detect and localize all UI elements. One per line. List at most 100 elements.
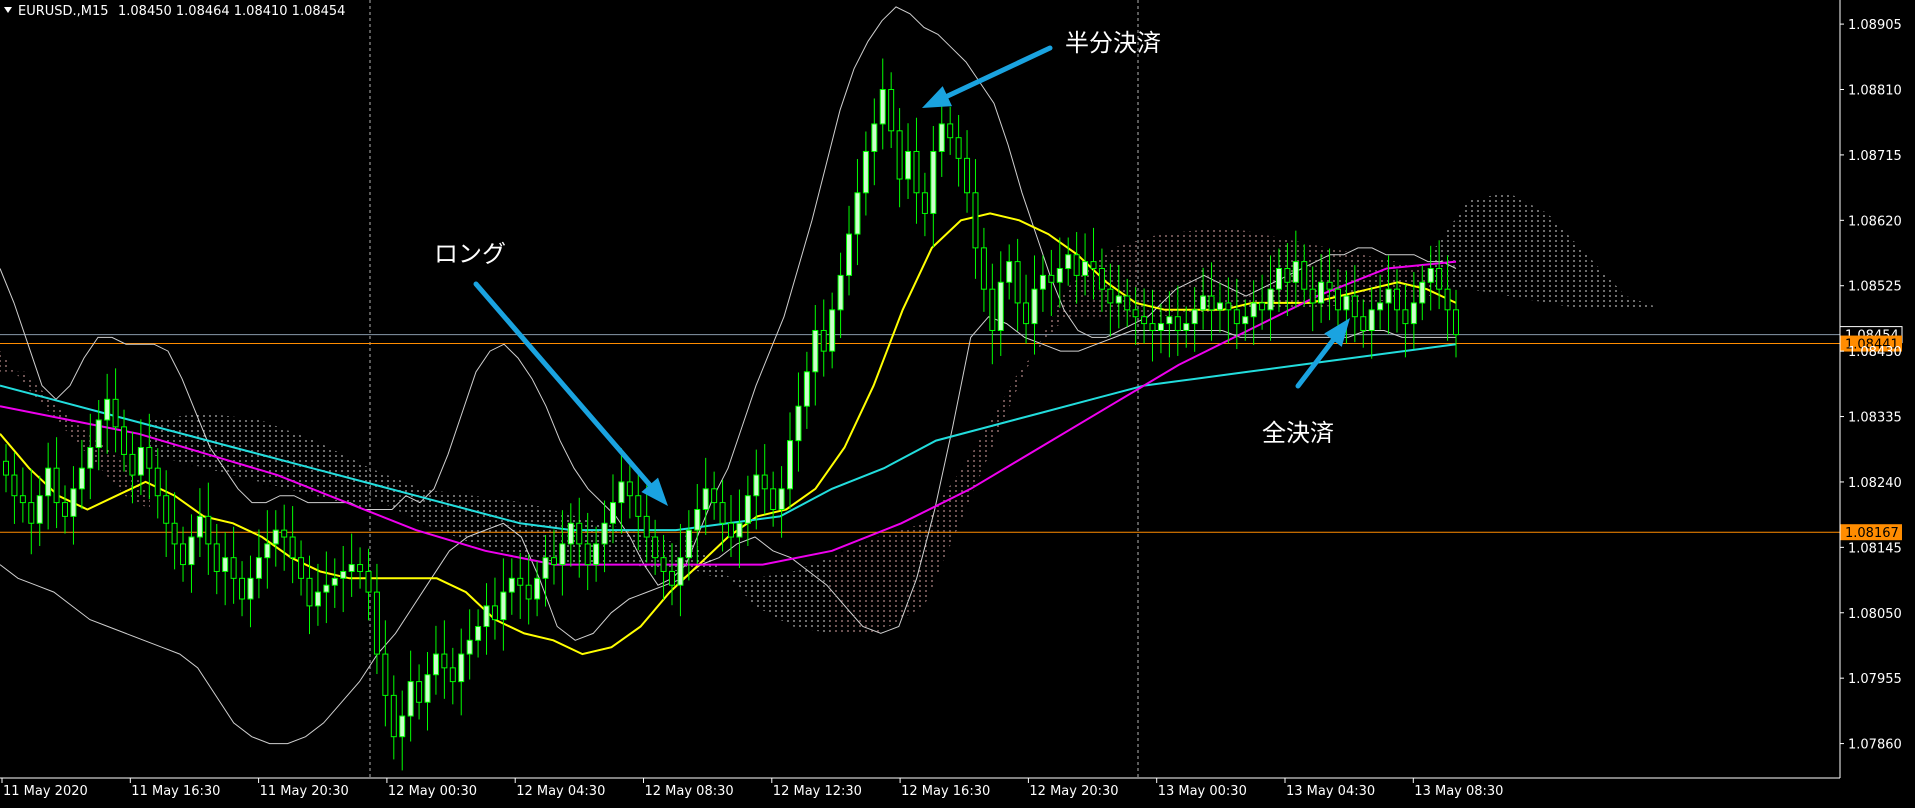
x-tick-label: 11 May 2020 [3, 784, 88, 799]
candle-body [542, 557, 549, 579]
candle-body [62, 502, 69, 517]
y-tick-label: 1.08240 [1848, 476, 1902, 491]
candle-body [416, 681, 423, 703]
candle-body [1225, 302, 1232, 311]
candle-body [812, 329, 819, 373]
candle-body [222, 557, 229, 572]
candle-body [1292, 261, 1299, 283]
y-tick-label: 1.07955 [1848, 672, 1902, 687]
y-tick-label: 1.08525 [1848, 280, 1902, 295]
candle-body [247, 577, 254, 600]
candle-body [1065, 254, 1072, 270]
candle-body [803, 371, 810, 407]
candle-body [787, 440, 794, 490]
candle-body [609, 502, 616, 524]
x-tick-label: 12 May 20:30 [1029, 784, 1118, 799]
candle-body [567, 522, 574, 545]
candle-body [1377, 302, 1384, 311]
candle-body [770, 488, 777, 510]
candle-body [719, 502, 726, 524]
candle-body [576, 522, 583, 545]
candle-body [635, 495, 642, 517]
candle-body [559, 543, 566, 566]
candle-body [896, 130, 903, 180]
candle-body [728, 522, 734, 538]
candle-body [1343, 295, 1350, 311]
x-tick-label: 13 May 08:30 [1414, 784, 1503, 799]
candle-body [643, 515, 650, 538]
y-tick-label: 1.08430 [1848, 345, 1902, 360]
candle-body [475, 626, 482, 641]
candle-body [53, 467, 60, 504]
candle-body [500, 591, 507, 621]
candle-body [1132, 309, 1139, 318]
candle-body [188, 536, 195, 566]
candle-body [1436, 268, 1443, 290]
candle-body [1208, 295, 1215, 311]
x-tick-label: 11 May 20:30 [260, 784, 349, 799]
candle-body [1351, 295, 1358, 318]
candle-body [1233, 309, 1240, 325]
candle-body [888, 89, 895, 132]
candle-body [702, 488, 709, 510]
candle-body [660, 557, 667, 572]
candle-body [668, 570, 675, 586]
candle-body [601, 522, 608, 545]
candle-body [441, 653, 448, 669]
candle-body [593, 543, 600, 566]
chart-window[interactable]: 1.084541.084411.08167 1.089051.088101.08… [0, 0, 1915, 804]
candle-body [1023, 302, 1030, 325]
candle-body [761, 474, 768, 490]
candle-body [694, 508, 701, 531]
candle-body [1082, 261, 1089, 276]
candle-body [104, 398, 111, 421]
candle-body [1014, 261, 1021, 304]
candle-body [1107, 288, 1114, 304]
candle-body [390, 694, 397, 738]
candle-body [323, 584, 330, 593]
candle-body [846, 233, 853, 276]
candle-body [87, 447, 94, 469]
horizontal-line-badge-text: 1.08167 [1845, 526, 1899, 541]
candle-body [1157, 323, 1164, 331]
candle-body [1318, 281, 1325, 304]
candle-body [230, 557, 237, 579]
candle-body [997, 281, 1004, 331]
candle-body [45, 467, 52, 497]
candle-body [483, 605, 490, 628]
candle-body [163, 495, 170, 524]
candle-body [1048, 274, 1055, 283]
y-tick-label: 1.08715 [1848, 149, 1902, 164]
candle-body [180, 543, 187, 566]
candle-body [1098, 268, 1105, 290]
y-tick-label: 1.08810 [1848, 84, 1902, 99]
candle-body [171, 522, 178, 545]
candle-body [1334, 288, 1341, 311]
candle-body [365, 570, 372, 593]
candle-body [626, 481, 633, 497]
candle-body [357, 564, 364, 572]
candle-body [306, 577, 313, 607]
annotation-long-entry: ロング [434, 240, 506, 268]
y-tick-label: 1.08620 [1848, 214, 1902, 229]
candle-body [989, 288, 996, 331]
x-tick-label: 12 May 04:30 [516, 784, 605, 799]
candle-body [121, 426, 128, 455]
candle-body [534, 577, 541, 600]
candle-body [1183, 323, 1190, 331]
candle-body [432, 653, 439, 676]
candle-body [255, 557, 262, 579]
candle-body [795, 405, 802, 442]
y-tick-label: 1.08050 [1848, 607, 1902, 622]
candle-body [1056, 268, 1063, 283]
candle-body [1031, 288, 1038, 325]
candle-body [955, 137, 962, 159]
candle-body [753, 474, 760, 497]
price-chart[interactable]: 1.084541.084411.08167 1.089051.088101.08… [0, 0, 1915, 804]
y-tick-label: 1.07860 [1848, 738, 1902, 753]
x-tick-label: 13 May 04:30 [1286, 784, 1375, 799]
candle-body [146, 447, 153, 469]
candle-body [466, 639, 473, 655]
x-tick-label: 12 May 12:30 [773, 784, 862, 799]
candle-body [1309, 288, 1316, 304]
